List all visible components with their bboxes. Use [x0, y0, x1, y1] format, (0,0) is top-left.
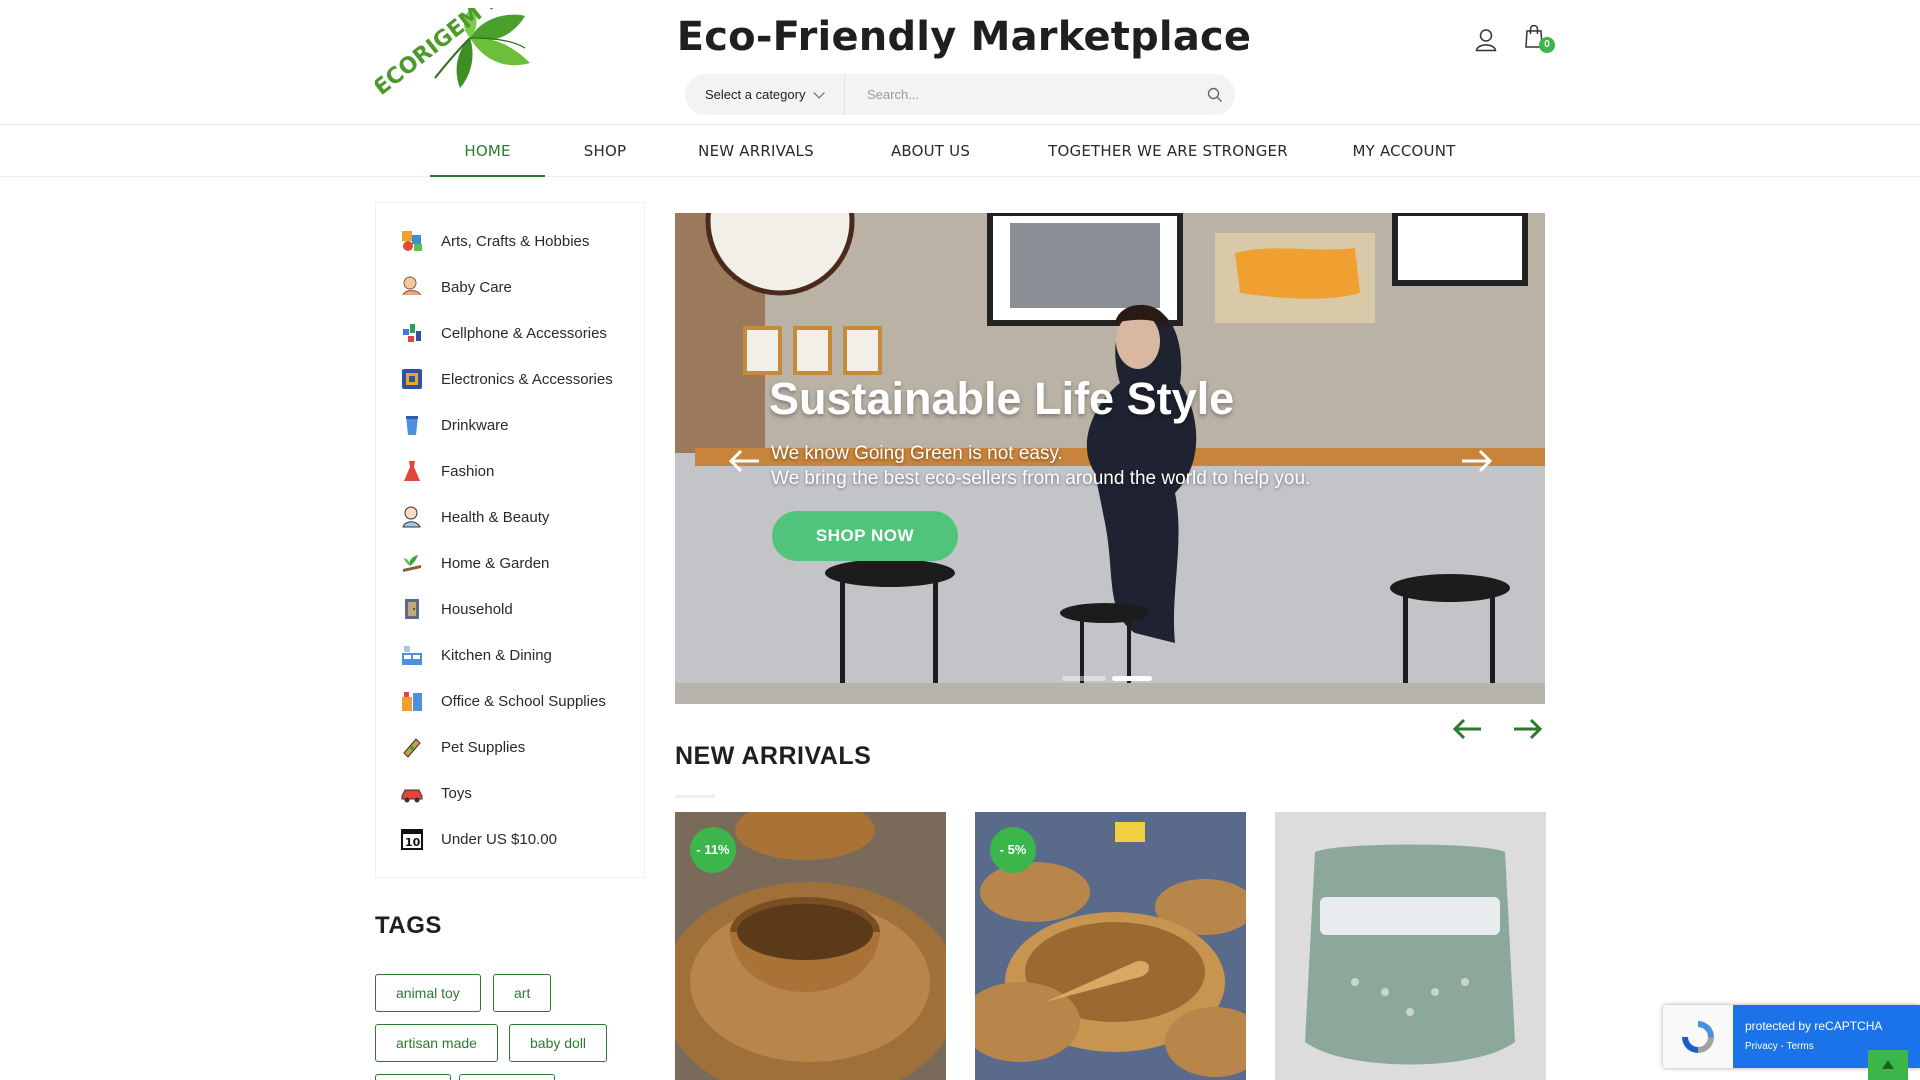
fashion-icon	[404, 461, 420, 481]
tag-artisan-made[interactable]: artisan made	[375, 1024, 498, 1062]
category-label: Kitchen & Dining	[441, 646, 552, 664]
under-ten-icon: 10	[401, 829, 423, 850]
hero-dot-2[interactable]	[1112, 676, 1152, 681]
office-supplies-icon	[402, 692, 422, 711]
category-label: Drinkware	[441, 416, 509, 434]
category-fashion[interactable]: Fashion	[400, 455, 494, 487]
arts-crafts-icon	[402, 231, 422, 251]
category-label: Household	[441, 600, 513, 618]
category-label: Electronics & Accessories	[441, 370, 613, 388]
hero-next-arrow-icon[interactable]	[1458, 446, 1494, 476]
hero-title: Sustainable Life Style	[769, 373, 1235, 424]
cellphone-icon	[403, 324, 421, 342]
baby-care-icon	[402, 276, 422, 296]
category-household[interactable]: Household	[400, 593, 513, 625]
recaptcha-links[interactable]: Privacy - Terms	[1745, 1041, 1814, 1052]
category-select[interactable]: Select a category	[685, 74, 845, 115]
site-title: Eco-Friendly Marketplace	[0, 14, 1920, 60]
category-label: Pet Supplies	[441, 738, 526, 756]
discount-badge: - 11%	[690, 827, 736, 873]
drinkware-icon	[406, 416, 418, 435]
nav-about-us[interactable]: ABOUT US	[878, 125, 983, 177]
category-office-supplies[interactable]: Office & School Supplies	[400, 685, 606, 717]
category-label: Baby Care	[441, 278, 512, 296]
product-card[interactable]	[1275, 812, 1546, 1080]
category-home-garden[interactable]: Home & Garden	[400, 547, 549, 579]
scroll-to-top-button[interactable]	[1868, 1050, 1908, 1080]
kitchen-dining-icon	[402, 646, 422, 665]
category-label: Arts, Crafts & Hobbies	[441, 232, 590, 250]
tag-baby-doll[interactable]: baby doll	[509, 1024, 608, 1062]
category-label: Toys	[441, 784, 472, 802]
new-arrivals-prev-icon[interactable]	[1452, 715, 1484, 743]
recaptcha-text: protected by reCAPTCHA	[1745, 1019, 1883, 1033]
search-bar: Select a category	[685, 74, 1235, 115]
tag-art[interactable]: art	[493, 974, 552, 1012]
nav-shop[interactable]: SHOP	[570, 125, 640, 177]
toys-icon	[401, 789, 423, 803]
household-icon	[405, 599, 419, 619]
hero-prev-arrow-icon[interactable]	[727, 446, 763, 476]
category-health-beauty[interactable]: Health & Beauty	[400, 501, 549, 533]
category-select-label: Select a category	[705, 87, 806, 102]
hero-dot-1[interactable]	[1062, 676, 1106, 681]
product-image-cloth-diaper	[1275, 812, 1546, 1080]
hero-subtitle: We know Going Green is not easy. We brin…	[771, 441, 1310, 491]
cart-count-badge: 0	[1539, 37, 1555, 53]
hero-subtitle-line1: We know Going Green is not easy.	[771, 443, 1063, 464]
hero-pagination	[1062, 676, 1152, 681]
category-drinkware[interactable]: Drinkware	[400, 409, 509, 441]
recaptcha-icon	[1663, 1005, 1733, 1068]
category-electronics[interactable]: Electronics & Accessories	[400, 363, 613, 395]
health-beauty-icon	[402, 506, 421, 528]
tags-title: TAGS	[375, 912, 442, 939]
search-input[interactable]	[845, 74, 1195, 115]
site-title-text: Eco-Friendly Marketplace	[676, 14, 1252, 60]
site-header: ECORIGEM .COM Eco-Friendly Marketplace S…	[0, 0, 1920, 125]
category-sidebar: Arts, Crafts & Hobbies Baby Care Cellpho…	[375, 202, 645, 878]
nav-home[interactable]: HOME	[430, 125, 545, 177]
home-garden-icon	[403, 555, 421, 572]
category-kitchen-dining[interactable]: Kitchen & Dining	[400, 639, 552, 671]
product-card[interactable]: - 5%	[975, 812, 1246, 1080]
tag-partial[interactable]	[375, 1074, 451, 1080]
svg-text:10: 10	[405, 836, 421, 849]
category-under-ten[interactable]: 10 Under US $10.00	[400, 823, 557, 855]
category-arts-crafts[interactable]: Arts, Crafts & Hobbies	[400, 225, 589, 257]
tag-animal-toy[interactable]: animal toy	[375, 974, 481, 1012]
nav-new-arrivals[interactable]: NEW ARRIVALS	[690, 125, 822, 177]
hero-subtitle-line2: We bring the best eco-sellers from aroun…	[771, 468, 1311, 489]
title-underline	[675, 795, 715, 798]
user-account-icon[interactable]	[1475, 28, 1497, 52]
category-label: Health & Beauty	[441, 508, 550, 526]
nav-together-we-are-stronger[interactable]: TOGETHER WE ARE STRONGER	[1044, 125, 1292, 177]
category-label: Office & School Supplies	[441, 692, 606, 710]
category-label: Home & Garden	[441, 554, 550, 572]
hero-slider: Sustainable Life Style We know Going Gre…	[675, 213, 1545, 704]
chevron-down-icon	[813, 86, 826, 99]
shop-now-button[interactable]: SHOP NOW	[772, 511, 958, 561]
category-cellphone[interactable]: Cellphone & Accessories	[400, 317, 607, 349]
electronics-icon	[402, 369, 422, 389]
new-arrivals-title: NEW ARRIVALS	[675, 742, 872, 770]
search-icon[interactable]	[1195, 74, 1235, 115]
product-card[interactable]: - 11%	[675, 812, 946, 1080]
pet-supplies-icon	[403, 738, 421, 758]
category-pet-supplies[interactable]: Pet Supplies	[400, 731, 525, 763]
category-label: Fashion	[441, 462, 495, 480]
discount-badge: - 5%	[990, 827, 1036, 873]
tag-partial[interactable]	[459, 1074, 555, 1080]
nav-my-account[interactable]: MY ACCOUNT	[1348, 125, 1460, 177]
main-nav: HOME SHOP NEW ARRIVALS ABOUT US TOGETHER…	[0, 125, 1920, 177]
category-toys[interactable]: Toys	[400, 777, 472, 809]
category-label: Under US $10.00	[441, 830, 557, 848]
category-baby-care[interactable]: Baby Care	[400, 271, 512, 303]
new-arrivals-next-icon[interactable]	[1511, 715, 1543, 743]
category-label: Cellphone & Accessories	[441, 324, 607, 342]
